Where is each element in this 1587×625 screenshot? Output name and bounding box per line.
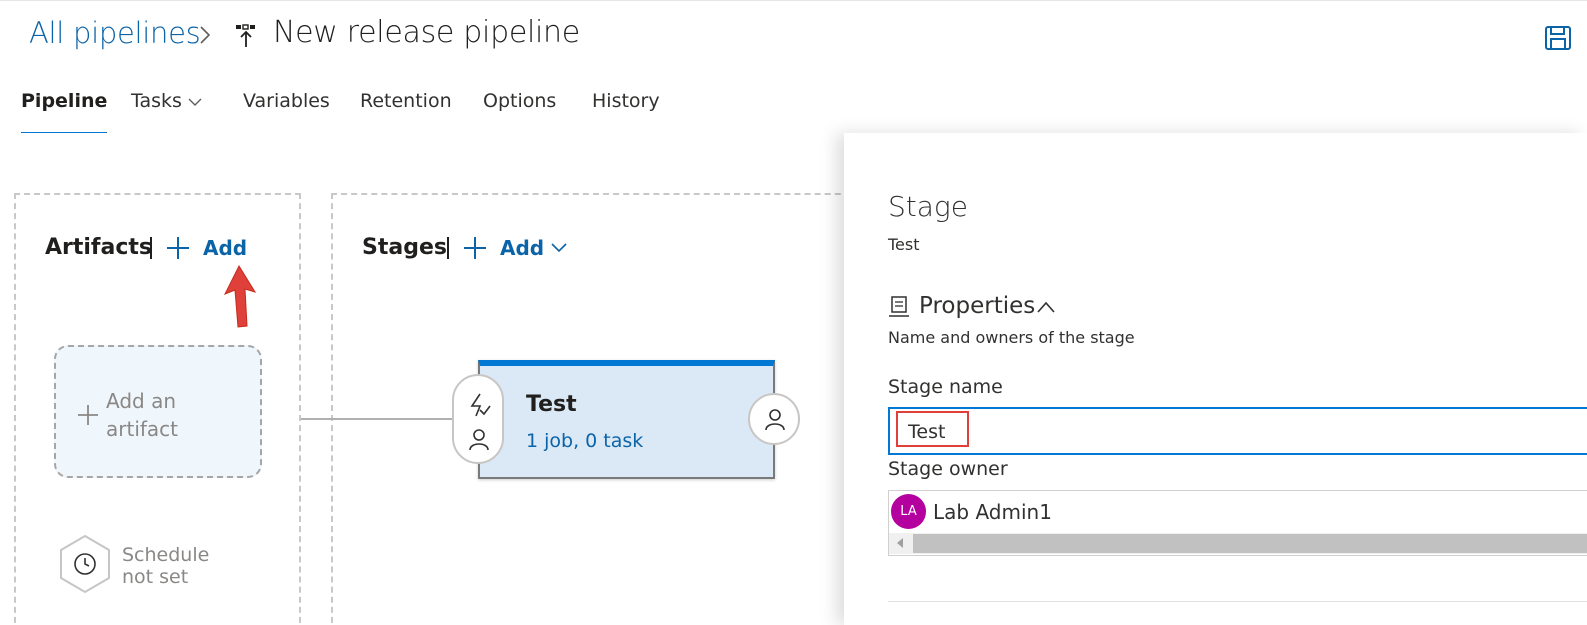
plus-icon[interactable] bbox=[463, 236, 487, 260]
owner-name: Lab Admin1 bbox=[933, 500, 1052, 524]
post-deployment-conditions[interactable] bbox=[748, 393, 800, 445]
artifacts-title: Artifacts bbox=[45, 235, 153, 260]
artifact-stage-connector bbox=[301, 418, 461, 420]
lightning-icon bbox=[470, 393, 491, 417]
properties-icon bbox=[889, 296, 909, 317]
person-icon bbox=[765, 409, 785, 431]
person-icon bbox=[469, 429, 489, 451]
properties-section-title[interactable]: Properties bbox=[919, 293, 1035, 319]
tab-variables[interactable]: Variables bbox=[243, 90, 330, 134]
separator bbox=[150, 237, 152, 259]
tab-tasks-label: Tasks bbox=[131, 90, 182, 112]
save-icon[interactable] bbox=[1544, 24, 1574, 52]
scrollbar-thumb[interactable] bbox=[913, 534, 1587, 553]
stage-name: Test bbox=[526, 392, 577, 417]
plus-icon bbox=[78, 405, 98, 425]
breadcrumb-all-pipelines[interactable]: All pipelines bbox=[29, 16, 201, 50]
add-artifact-label: Add an artifact bbox=[106, 389, 179, 441]
red-highlight-annotation bbox=[896, 411, 969, 447]
add-artifact-card[interactable]: Add an artifact bbox=[54, 345, 262, 478]
chevron-up-icon[interactable] bbox=[1036, 300, 1056, 314]
chevron-right-icon bbox=[200, 26, 211, 44]
pre-deployment-conditions[interactable] bbox=[452, 374, 504, 464]
pipeline-tabs: Pipeline Tasks Variables Retention Optio… bbox=[0, 82, 1587, 135]
tab-tasks[interactable]: Tasks bbox=[131, 90, 202, 134]
stage-name-input[interactable] bbox=[888, 407, 1587, 455]
chevron-down-icon bbox=[188, 98, 202, 106]
section-divider bbox=[888, 601, 1587, 602]
avatar: LA bbox=[891, 494, 926, 529]
plus-icon[interactable] bbox=[166, 236, 190, 260]
release-pipeline-icon bbox=[236, 24, 255, 47]
stage-owner-label: Stage owner bbox=[888, 458, 1008, 480]
separator bbox=[447, 237, 449, 259]
chevron-down-icon[interactable] bbox=[550, 242, 568, 254]
tab-options[interactable]: Options bbox=[483, 90, 556, 134]
page-title[interactable]: New release pipeline bbox=[273, 15, 580, 50]
scroll-left-icon[interactable] bbox=[897, 538, 903, 548]
properties-description: Name and owners of the stage bbox=[888, 328, 1135, 347]
tab-pipeline[interactable]: Pipeline bbox=[21, 90, 108, 135]
clock-icon[interactable] bbox=[58, 534, 112, 594]
stage-card-test[interactable]: Test 1 job, 0 task bbox=[478, 360, 775, 479]
stages-title: Stages bbox=[362, 235, 447, 260]
stage-name-label: Stage name bbox=[888, 376, 1003, 398]
panel-subheading: Test bbox=[888, 235, 920, 254]
horizontal-scrollbar[interactable] bbox=[889, 533, 1587, 554]
tab-history[interactable]: History bbox=[592, 90, 660, 134]
tab-retention[interactable]: Retention bbox=[360, 90, 452, 134]
add-artifact-link[interactable]: Add bbox=[203, 236, 247, 260]
top-border bbox=[0, 0, 1587, 1]
schedule-status: Schedule not set bbox=[122, 544, 210, 588]
panel-heading: Stage bbox=[888, 190, 968, 223]
stage-job-summary[interactable]: 1 job, 0 task bbox=[526, 430, 643, 452]
red-arrow-annotation bbox=[223, 264, 257, 328]
add-stage-link[interactable]: Add bbox=[500, 236, 544, 260]
